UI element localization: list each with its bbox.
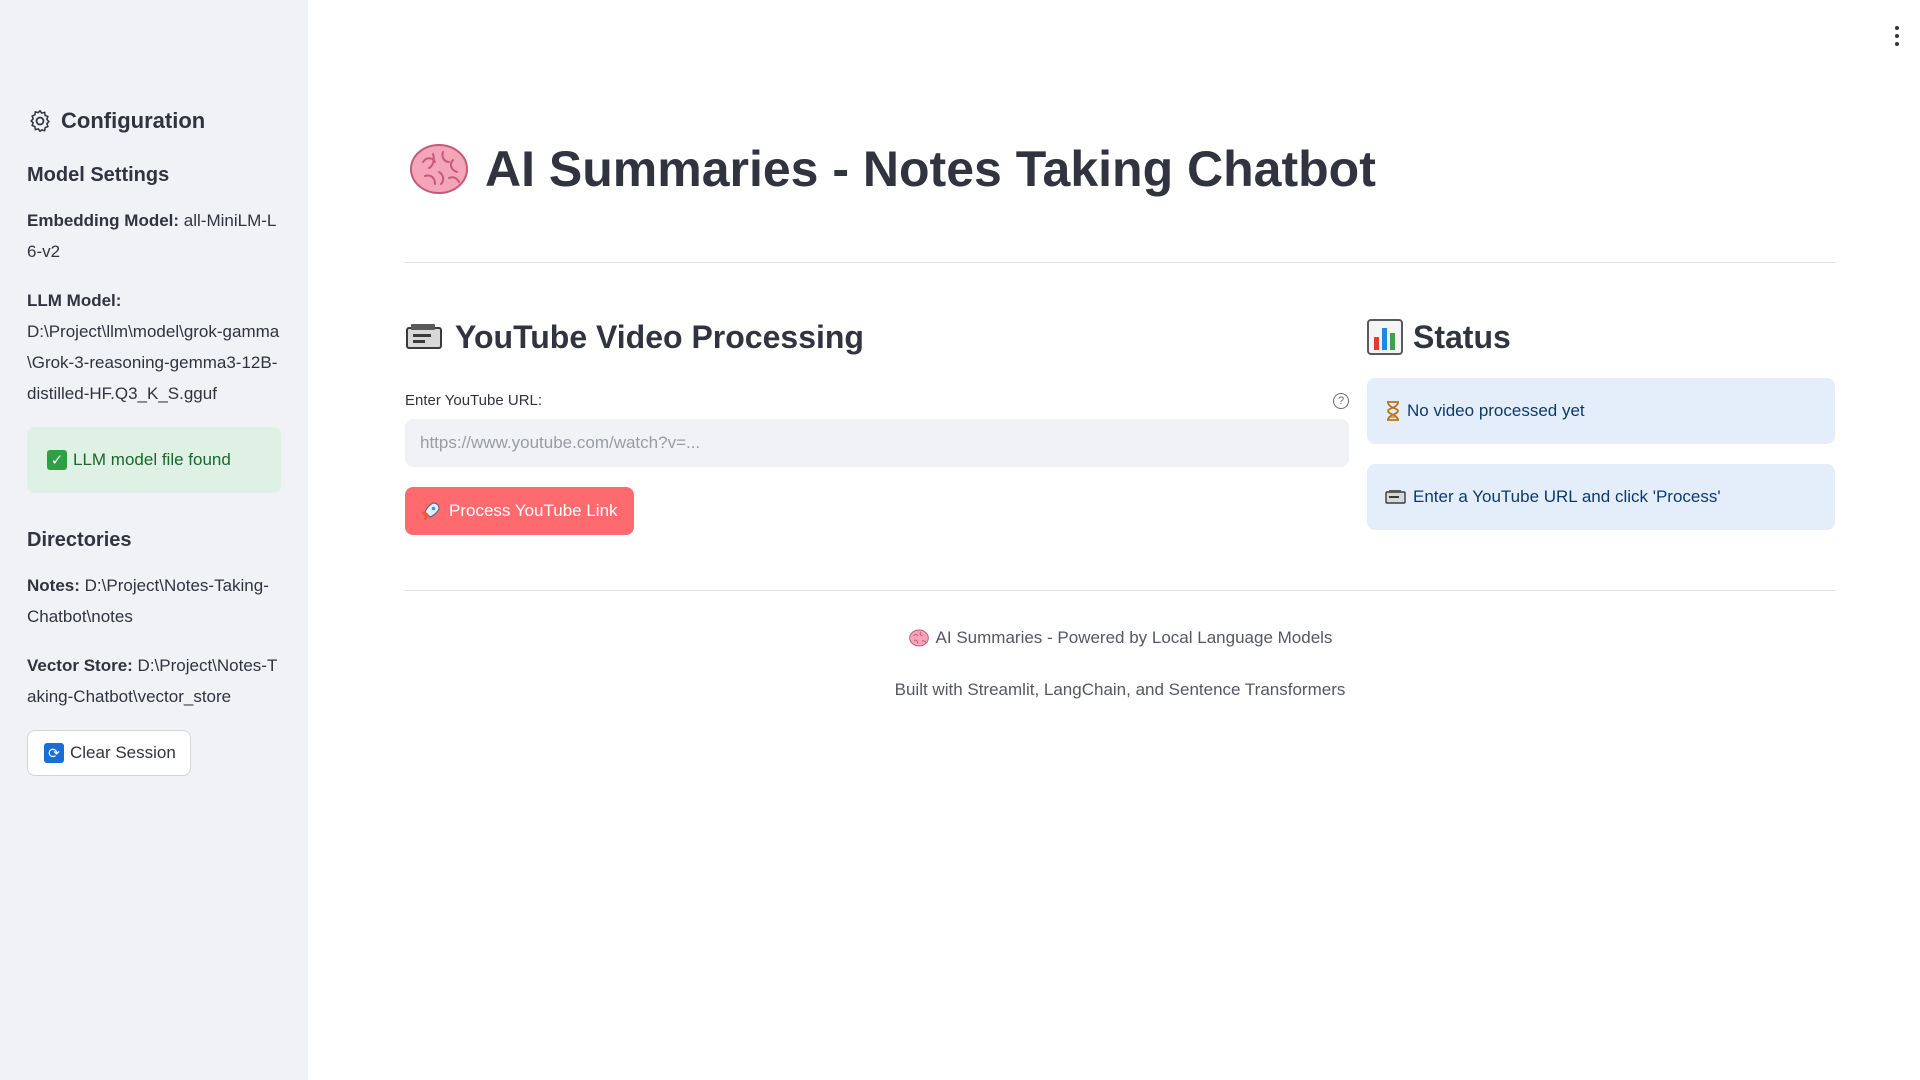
status-message: Enter a YouTube URL and click 'Process' [1367,464,1835,530]
status-message-text: Enter a YouTube URL and click 'Process' [1413,487,1721,506]
clear-session-button[interactable]: ⟳ Clear Session [27,730,191,776]
footer-line-1-text: AI Summaries - Powered by Local Language… [935,628,1333,647]
refresh-icon: ⟳ [44,743,64,763]
video-camera-icon [1385,490,1406,504]
check-icon: ✓ [47,450,67,470]
notes-dir-label: Notes: [27,576,80,595]
header-divider [405,262,1835,263]
menu-dot [1895,42,1899,46]
menu-dot [1895,34,1899,38]
vector-store-label: Vector Store: [27,656,133,675]
rocket-icon [421,502,440,520]
llm-found-alert: ✓ LLM model file found [27,427,281,493]
brain-icon [908,629,929,647]
status-message-text: No video processed yet [1407,401,1585,420]
youtube-url-input[interactable] [405,419,1349,467]
footer-line-1: AI Summaries - Powered by Local Language… [908,628,1333,648]
clear-session-label: Clear Session [70,743,176,762]
brain-icon [410,144,468,194]
page-title: AI Summaries - Notes Taking Chatbot [409,140,1376,198]
menu-dot [1895,26,1899,30]
embedding-model-info: Embedding Model: all-MiniLM-L6-v2 [27,205,281,267]
vector-store-info: Vector Store: D:\Project\Notes-Taking-Ch… [27,650,281,712]
model-settings-heading: Model Settings [27,164,170,186]
llm-model-label: LLM Model: [27,291,122,310]
url-input-label: Enter YouTube URL: [405,392,543,409]
help-icon[interactable]: ? [1333,392,1349,409]
footer: AI Summaries - Powered by Local Language… [405,628,1835,700]
directories-heading: Directories [27,529,132,551]
sidebar-title: Configuration [27,108,281,134]
status-message: No video processed yet [1367,378,1835,444]
app-root: Configuration Model Settings Embedding M… [0,0,1920,1080]
youtube-section-heading: YouTube Video Processing [405,314,1349,360]
youtube-section-title: YouTube Video Processing [455,318,864,355]
footer-line-2: Built with Streamlit, LangChain, and Sen… [894,680,1346,699]
footer-divider [405,590,1835,591]
process-button-label: Process YouTube Link [449,501,618,520]
status-section-heading: Status [1367,314,1835,360]
llm-model-value: D:\Project\llm\model\grok-gamma\Grok-3-r… [27,322,280,403]
sidebar-title-text: Configuration [61,108,206,133]
bar-chart-icon [1367,319,1403,355]
youtube-section: YouTube Video Processing Enter YouTube U… [405,314,1349,535]
llm-found-text: LLM model file found [73,450,231,469]
llm-model-info: LLM Model: D:\Project\llm\model\grok-gam… [27,285,281,409]
process-youtube-button[interactable]: Process YouTube Link [405,487,634,535]
status-section-title: Status [1413,318,1511,355]
page-title-text: AI Summaries - Notes Taking Chatbot [485,141,1376,197]
hourglass-icon [1387,401,1399,421]
embedding-model-label: Embedding Model: [27,211,180,230]
gear-icon [30,109,50,133]
main-menu-button[interactable] [1894,26,1900,46]
status-messages: No video processed yet Enter a YouTube U… [1367,378,1835,530]
video-camera-icon [406,324,442,349]
sidebar: Configuration Model Settings Embedding M… [0,0,308,1080]
url-label-row: Enter YouTube URL: ? [405,392,1349,409]
status-section: Status No video processed yet Enter a Yo… [1367,314,1835,530]
notes-dir-info: Notes: D:\Project\Notes-Taking-Chatbot\n… [27,570,281,632]
